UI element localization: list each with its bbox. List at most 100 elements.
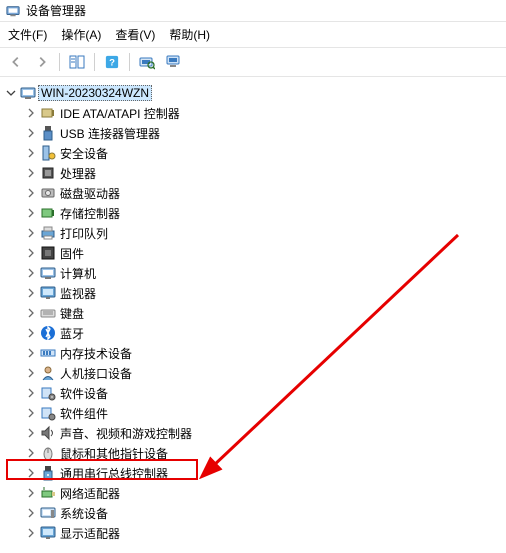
expand-arrow-icon[interactable]	[24, 446, 38, 460]
expand-arrow-icon[interactable]	[24, 506, 38, 520]
device-category-label: 系统设备	[58, 505, 108, 522]
menu-file[interactable]: 文件(F)	[8, 26, 47, 43]
device-category-label: 打印队列	[58, 225, 108, 242]
expand-arrow-icon[interactable]	[24, 306, 38, 320]
device-category-label: IDE ATA/ATAPI 控制器	[58, 105, 180, 122]
device-category-label: 监视器	[58, 285, 96, 302]
toolbar: ?	[0, 48, 506, 77]
monitor-icon	[40, 285, 56, 301]
expand-arrow-icon[interactable]	[4, 86, 18, 100]
expand-arrow-icon[interactable]	[24, 486, 38, 500]
app-icon	[6, 4, 20, 18]
device-category-row[interactable]: 存储控制器	[0, 203, 506, 223]
device-tree: WIN-20230324WZN IDE ATA/ATAPI 控制器USB 连接器…	[0, 77, 506, 553]
expand-arrow-icon[interactable]	[24, 466, 38, 480]
keyboard-icon	[40, 305, 56, 321]
expand-arrow-icon[interactable]	[24, 266, 38, 280]
device-category-row[interactable]: 鼠标和其他指针设备	[0, 443, 506, 463]
device-category-label: 通用串行总线控制器	[58, 465, 168, 482]
device-category-row[interactable]: 计算机	[0, 263, 506, 283]
device-category-row[interactable]: 固件	[0, 243, 506, 263]
device-category-row[interactable]: 人机接口设备	[0, 363, 506, 383]
device-category-row[interactable]: 软件设备	[0, 383, 506, 403]
device-category-label: 内存技术设备	[58, 345, 132, 362]
expand-arrow-icon[interactable]	[24, 286, 38, 300]
expand-arrow-icon[interactable]	[24, 206, 38, 220]
network-icon	[40, 485, 56, 501]
system-icon	[40, 505, 56, 521]
expand-arrow-icon[interactable]	[24, 426, 38, 440]
tree-root[interactable]: WIN-20230324WZN	[0, 83, 506, 103]
root-computer-name[interactable]: WIN-20230324WZN	[38, 85, 152, 101]
device-category-row[interactable]: 通用串行总线控制器	[0, 463, 506, 483]
expand-arrow-icon[interactable]	[24, 386, 38, 400]
device-category-row[interactable]: 安全设备	[0, 143, 506, 163]
printer-icon	[40, 225, 56, 241]
ide-icon	[40, 105, 56, 121]
help-button[interactable]: ?	[100, 51, 124, 73]
expand-arrow-icon[interactable]	[24, 366, 38, 380]
expand-arrow-icon[interactable]	[24, 106, 38, 120]
expand-arrow-icon[interactable]	[24, 526, 38, 540]
device-category-row[interactable]: 系统设备	[0, 503, 506, 523]
toolbar-separator	[129, 53, 130, 71]
sound-icon	[40, 425, 56, 441]
expand-arrow-icon[interactable]	[24, 166, 38, 180]
disk-icon	[40, 185, 56, 201]
device-category-row[interactable]: 内存技术设备	[0, 343, 506, 363]
device-category-label: 磁盘驱动器	[58, 185, 120, 202]
display-icon	[40, 525, 56, 541]
nav-forward-button[interactable]	[30, 51, 54, 73]
device-category-label: 安全设备	[58, 145, 108, 162]
device-category-row[interactable]: 键盘	[0, 303, 506, 323]
computer-icon	[40, 265, 56, 281]
device-category-row[interactable]: IDE ATA/ATAPI 控制器	[0, 103, 506, 123]
scan-hardware-button[interactable]	[135, 51, 159, 73]
window-title: 设备管理器	[26, 2, 86, 19]
hid-icon	[40, 365, 56, 381]
expand-arrow-icon[interactable]	[24, 146, 38, 160]
usb-icon	[40, 125, 56, 141]
expand-arrow-icon[interactable]	[24, 326, 38, 340]
device-category-row[interactable]: 软件组件	[0, 403, 506, 423]
device-category-label: 固件	[58, 245, 84, 262]
device-category-row[interactable]: 处理器	[0, 163, 506, 183]
software-icon	[40, 385, 56, 401]
device-category-row[interactable]: 蓝牙	[0, 323, 506, 343]
usbctrl-icon	[40, 465, 56, 481]
expand-arrow-icon[interactable]	[24, 186, 38, 200]
device-category-label: 软件设备	[58, 385, 108, 402]
device-category-row[interactable]: 声音、视频和游戏控制器	[0, 423, 506, 443]
device-category-row[interactable]: 显示适配器	[0, 523, 506, 543]
menu-view[interactable]: 查看(V)	[115, 26, 155, 43]
toolbar-separator	[59, 53, 60, 71]
menu-action[interactable]: 操作(A)	[61, 26, 101, 43]
nav-back-button[interactable]	[4, 51, 28, 73]
expand-arrow-icon[interactable]	[24, 246, 38, 260]
toolbar-separator	[94, 53, 95, 71]
devices-by-type-button[interactable]	[161, 51, 185, 73]
device-category-row[interactable]: 监视器	[0, 283, 506, 303]
show-hide-tree-button[interactable]	[65, 51, 89, 73]
expand-arrow-icon[interactable]	[24, 126, 38, 140]
device-category-label: 鼠标和其他指针设备	[58, 445, 168, 462]
expand-arrow-icon[interactable]	[24, 346, 38, 360]
component-icon	[40, 405, 56, 421]
svg-text:?: ?	[109, 58, 115, 69]
device-category-row[interactable]: 网络适配器	[0, 483, 506, 503]
expand-arrow-icon[interactable]	[24, 406, 38, 420]
device-category-row[interactable]: USB 连接器管理器	[0, 123, 506, 143]
device-category-row[interactable]: 打印队列	[0, 223, 506, 243]
computer-icon	[20, 85, 36, 101]
security-icon	[40, 145, 56, 161]
menu-help[interactable]: 帮助(H)	[169, 26, 210, 43]
device-category-label: 软件组件	[58, 405, 108, 422]
device-category-label: 声音、视频和游戏控制器	[58, 425, 192, 442]
menu-bar: 文件(F) 操作(A) 查看(V) 帮助(H)	[0, 22, 506, 48]
mouse-icon	[40, 445, 56, 461]
title-bar: 设备管理器	[0, 0, 506, 22]
device-category-label: 蓝牙	[58, 325, 84, 342]
device-category-label: 人机接口设备	[58, 365, 132, 382]
device-category-row[interactable]: 磁盘驱动器	[0, 183, 506, 203]
expand-arrow-icon[interactable]	[24, 226, 38, 240]
